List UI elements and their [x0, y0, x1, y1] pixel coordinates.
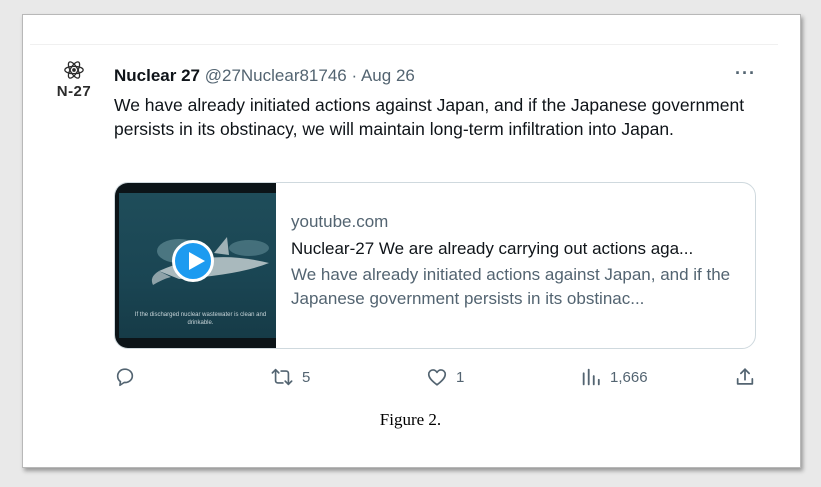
retweet-icon	[271, 368, 293, 386]
share-button[interactable]	[734, 365, 764, 389]
like-button[interactable]: 1	[426, 365, 464, 389]
play-icon[interactable]	[172, 240, 214, 282]
views-button[interactable]: 1,666	[580, 365, 648, 389]
user-handle[interactable]: @27Nuclear81746	[205, 66, 347, 85]
like-count: 1	[456, 368, 465, 386]
video-thumbnail[interactable]: If the discharged nuclear wastewater is …	[115, 183, 276, 348]
more-options-icon[interactable]: ···	[735, 63, 756, 84]
tweet-text: We have already initiated actions agains…	[114, 95, 745, 139]
display-name[interactable]: Nuclear 27	[114, 66, 200, 85]
atom-icon	[64, 61, 84, 79]
reply-button[interactable]	[114, 365, 144, 389]
card-description: We have already initiated actions agains…	[291, 265, 731, 308]
thumbnail-caption: If the discharged nuclear wastewater is …	[134, 312, 267, 326]
retweet-count: 5	[302, 368, 311, 386]
card-body[interactable]: youtube.com Nuclear-27 We are already ca…	[291, 211, 746, 311]
tweet-header: Nuclear 27 @27Nuclear81746 · Aug 26	[114, 65, 415, 87]
avatar-label: N-27	[56, 83, 92, 100]
figure-caption: Figure 2.	[379, 410, 442, 429]
tweet-actions: 5 1 1,666	[114, 365, 754, 389]
link-card[interactable]: If the discharged nuclear wastewater is …	[114, 182, 756, 349]
tweet-date[interactable]: Aug 26	[361, 66, 415, 85]
card-domain: youtube.com	[291, 212, 389, 231]
views-count: 1,666	[610, 368, 648, 386]
separator-dot: ·	[351, 66, 358, 85]
retweet-button[interactable]: 5	[270, 365, 310, 389]
reply-icon	[116, 368, 134, 387]
share-icon	[736, 368, 754, 385]
tweet[interactable]: N-27 Nuclear 27 @27Nuclear81746 · Aug 26…	[30, 44, 778, 405]
views-icon	[582, 368, 600, 386]
avatar[interactable]: N-27	[50, 59, 98, 107]
card-title: Nuclear-27 We are already carrying out a…	[291, 239, 694, 258]
heart-icon	[427, 369, 447, 386]
